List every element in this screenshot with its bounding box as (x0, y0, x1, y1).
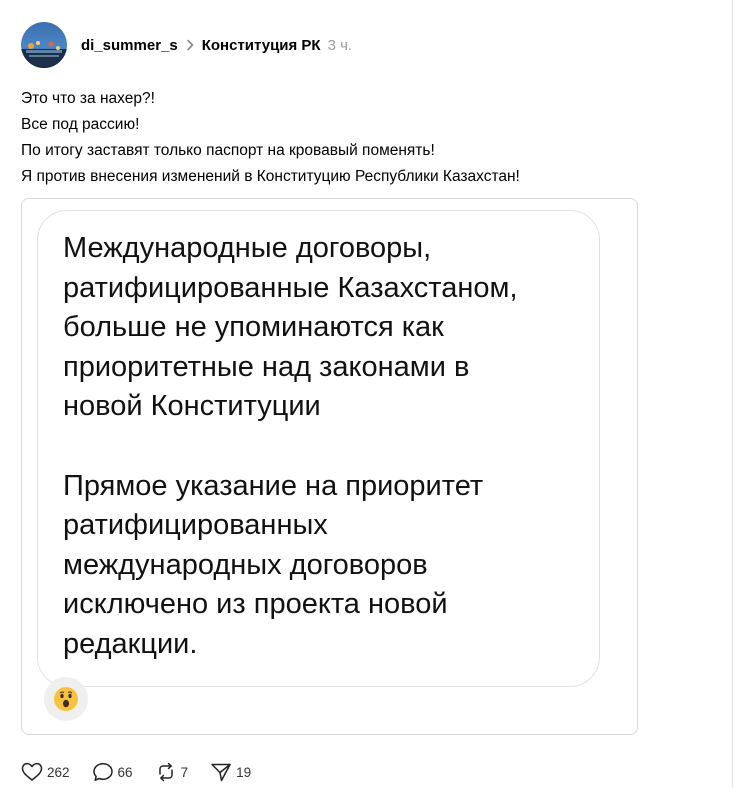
post-line: Все под рассию! (21, 116, 140, 133)
share-count: 19 (236, 764, 252, 780)
avatar[interactable] (21, 22, 67, 68)
bubble-text: Международные договоры, ратифицированные… (63, 229, 518, 664)
post-media[interactable]: Международные договоры, ратифицированные… (21, 198, 638, 735)
post-line: Это что за нахер?! (21, 90, 155, 107)
bubble-line: Международные договоры, (63, 232, 432, 264)
bubble-line: новой Конституции (63, 390, 321, 422)
community-link[interactable]: Конституция РК (202, 37, 321, 54)
comment-button[interactable]: 66 (92, 762, 133, 782)
repost-count: 7 (180, 764, 189, 780)
reaction-badge (44, 677, 88, 721)
like-count: 262 (47, 764, 70, 780)
chevron-right-icon (186, 39, 194, 51)
bubble-line: Прямое указание на приоритет (63, 469, 484, 502)
surprised-face-icon (54, 687, 78, 711)
like-button[interactable]: 262 (21, 762, 70, 782)
comment-count: 66 (117, 764, 133, 780)
bubble-line: редакции. (63, 627, 198, 660)
repost-icon (158, 762, 173, 782)
bubble-line: больше не упоминаются как (63, 311, 444, 343)
post-line: Я против внесения изменений в Конституци… (21, 168, 520, 185)
send-icon (211, 763, 231, 782)
bubble-line: приоритетные над законами в (63, 350, 470, 383)
post-line: По итогу заставят только паспорт на кров… (21, 142, 435, 159)
repost-button[interactable]: 7 (155, 762, 189, 782)
post-body: Это что за нахер?! Все под рассию! По ит… (21, 86, 520, 190)
share-button[interactable]: 19 (210, 762, 251, 782)
post-time[interactable]: 3 ч. (328, 37, 353, 54)
bubble-line: исключено из проекта новой (63, 588, 448, 620)
post-header: di_summer_s Конституция РК 3 ч. (21, 22, 352, 68)
bubble-line: ратифицированных (63, 509, 328, 541)
message-bubble-image: Международные договоры, ратифицированные… (37, 210, 600, 687)
page-right-border (732, 0, 733, 788)
comment-bubble-icon (92, 763, 113, 781)
bubble-line: ратифицированные Казахстаном, (63, 271, 518, 304)
post-actions: 262 66 7 19 (21, 760, 273, 784)
author-username[interactable]: di_summer_s (81, 37, 178, 54)
heart-icon (21, 762, 43, 781)
bubble-line: международных договоров (63, 548, 428, 581)
